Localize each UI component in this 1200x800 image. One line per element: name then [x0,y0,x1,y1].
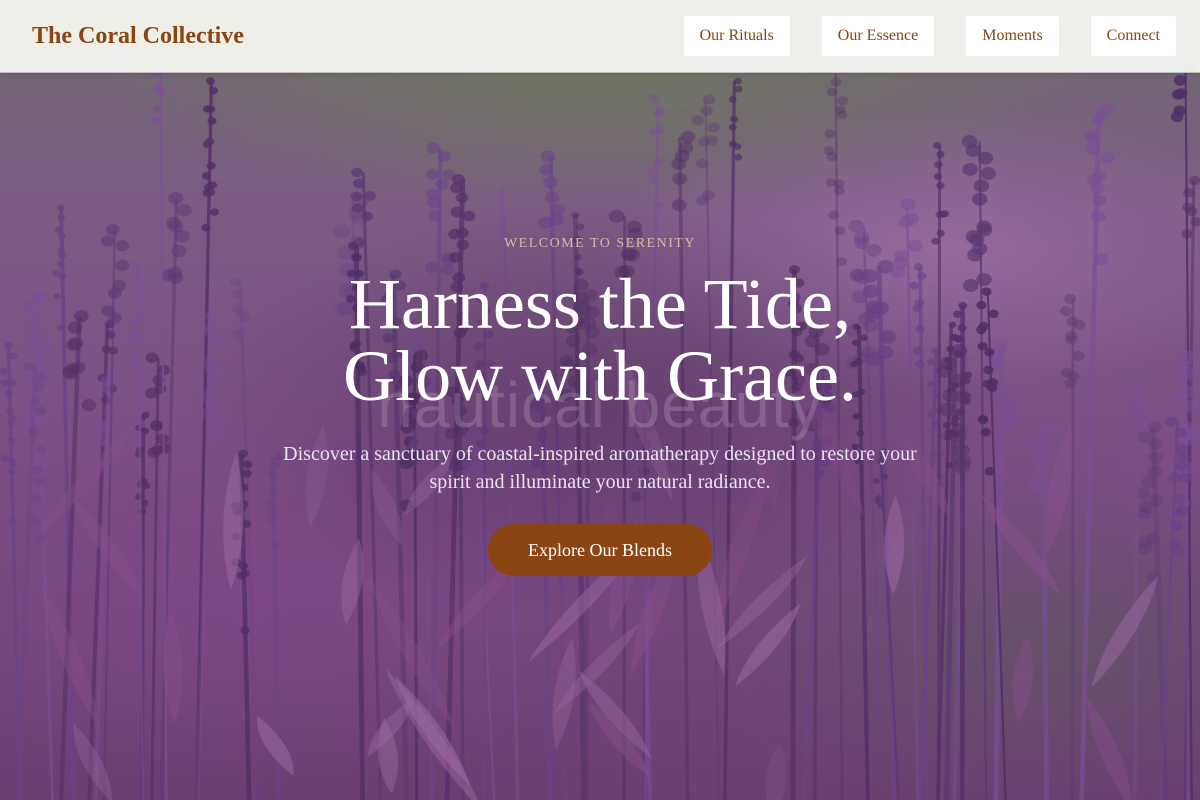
nav-our-rituals[interactable]: Our Rituals [683,16,790,56]
hero-headline: Harness the Tide, Glow with Grace. [0,268,1200,412]
nav-our-essence[interactable]: Our Essence [821,16,935,56]
hero-headline-line-2: Glow with Grace. [343,336,857,416]
site-logo[interactable]: The Coral Collective [24,20,252,52]
nav-connect[interactable]: Connect [1090,16,1176,56]
hero-section: WELCOME TO SERENITY nautical beauty Harn… [0,0,1200,800]
site-header: The Coral Collective Our Rituals Our Ess… [0,0,1200,73]
nav-moments[interactable]: Moments [966,16,1059,56]
explore-blends-button[interactable]: Explore Our Blends [488,524,712,576]
main-nav: Our Rituals Our Essence Moments Connect [683,16,1176,56]
hero-description: Discover a sanctuary of coastal-inspired… [283,443,917,493]
hero-headline-line-1: Harness the Tide, [349,264,851,344]
hero-eyebrow: WELCOME TO SERENITY [503,236,697,251]
